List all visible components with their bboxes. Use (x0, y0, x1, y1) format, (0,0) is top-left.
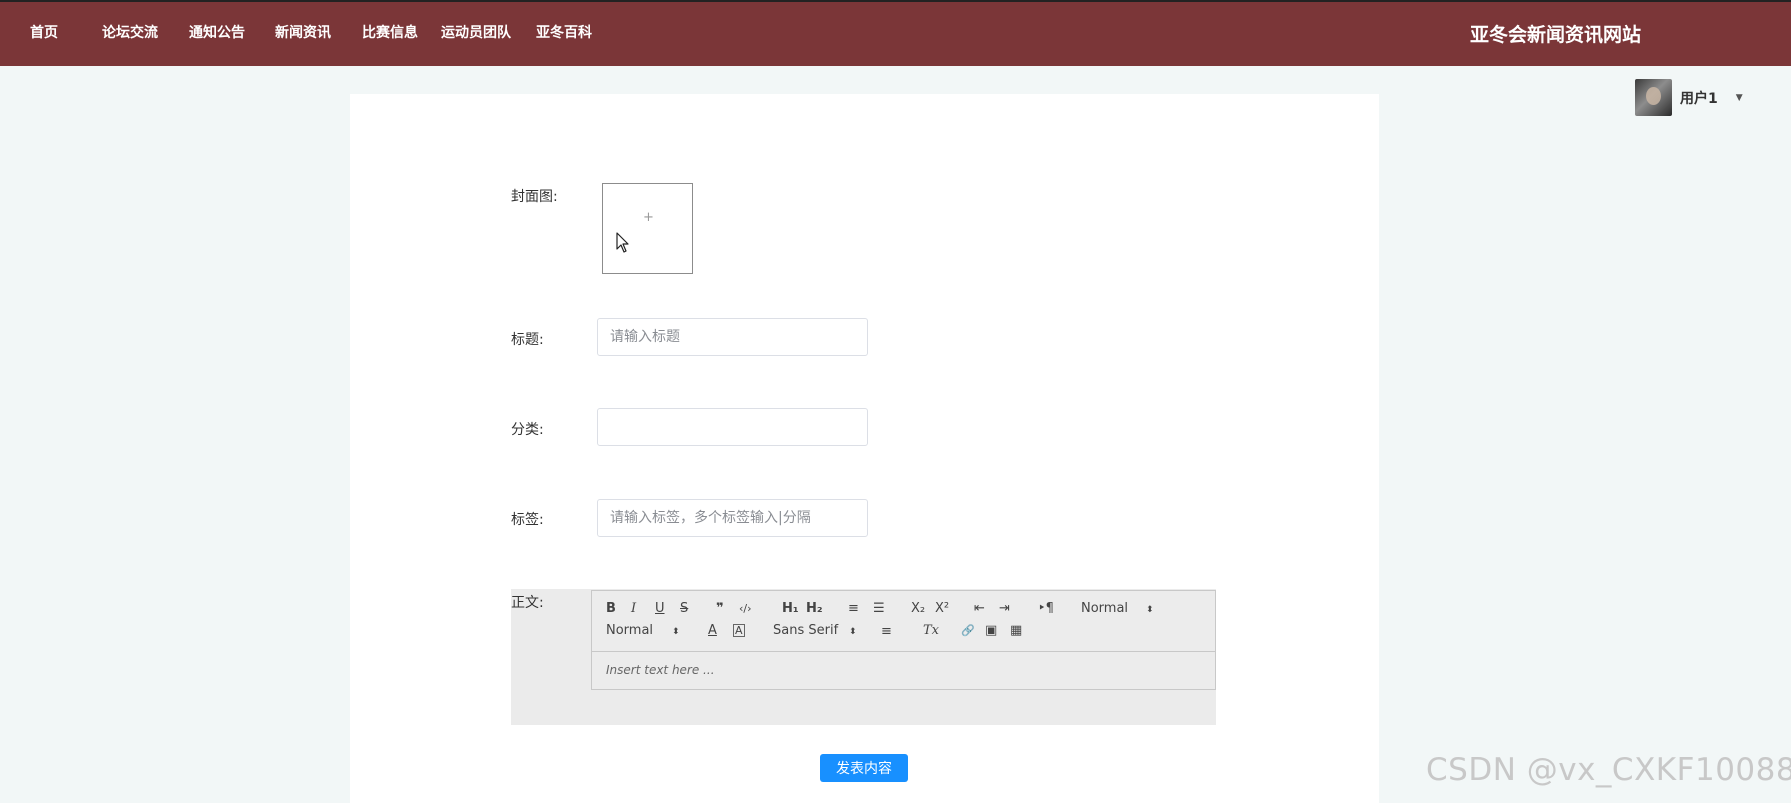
cover-upload[interactable]: + (602, 183, 693, 274)
clear-format-icon[interactable]: Tx (923, 623, 939, 639)
align-icon[interactable]: ≡ (881, 624, 892, 640)
select-arrow-icon: ⬍ (672, 627, 680, 637)
nav-item-encyclopedia[interactable]: 亚冬百科 (536, 22, 592, 42)
image-icon[interactable]: ▣ (985, 623, 997, 639)
indent-icon[interactable]: ⇥ (999, 601, 1010, 617)
video-icon[interactable]: ▦ (1010, 623, 1022, 639)
editor-content[interactable]: Insert text here ... (592, 653, 1215, 689)
nav-item-news[interactable]: 新闻资讯 (275, 22, 331, 42)
strikethrough-icon[interactable]: S (680, 601, 688, 617)
blockquote-icon[interactable]: ❞ (716, 601, 724, 617)
publish-button[interactable]: 发表内容 (820, 754, 908, 782)
rich-text-editor: B I U S ❞ ‹/› H₁ H₂ ≡ ☰ X₂ X² ⇤ ⇥ ‣¶ Nor… (591, 590, 1216, 690)
link-icon[interactable]: 🔗 (961, 623, 975, 639)
nav-item-notice[interactable]: 通知公告 (189, 22, 245, 42)
header-select[interactable]: Normal ⬍ (1081, 601, 1161, 617)
header-2-icon[interactable]: H₂ (806, 601, 823, 617)
bold-icon[interactable]: B (606, 601, 616, 617)
avatar (1635, 79, 1672, 116)
font-color-icon[interactable]: A (708, 623, 717, 639)
title-label: 标题: (511, 332, 544, 348)
title-input[interactable] (597, 318, 868, 356)
plus-icon: + (643, 210, 654, 225)
nav-item-athlete-team[interactable]: 运动员团队 (441, 22, 511, 42)
background-color-icon[interactable]: A (733, 624, 745, 637)
user-name: 用户1 (1680, 90, 1718, 107)
italic-icon[interactable]: I (631, 601, 636, 617)
site-title: 亚冬会新闻资讯网站 (1470, 24, 1642, 46)
nav-item-matches[interactable]: 比赛信息 (362, 22, 418, 42)
watermark: CSDN @vx_CXKF10088 (1426, 752, 1791, 788)
top-nav-bar: 首页 论坛交流 通知公告 新闻资讯 比赛信息 运动员团队 亚冬百科 亚冬会新闻资… (0, 0, 1791, 66)
underline-icon[interactable]: U (655, 601, 665, 617)
subscript-icon[interactable]: X₂ (911, 601, 925, 617)
category-select[interactable] (597, 408, 868, 446)
header-select-value: Normal (1081, 601, 1129, 616)
ordered-list-icon[interactable]: ≡ (848, 601, 859, 617)
header-1-icon[interactable]: H₁ (782, 601, 799, 617)
mouse-cursor-icon (616, 232, 629, 253)
superscript-icon[interactable]: X² (935, 601, 949, 617)
font-family-select[interactable]: Sans Serif ⬍ (773, 623, 863, 639)
category-label: 分类: (511, 422, 544, 438)
caret-down-icon: ▼ (1735, 92, 1743, 103)
select-arrow-icon: ⬍ (1146, 605, 1154, 615)
outdent-icon[interactable]: ⇤ (974, 601, 985, 617)
tags-input[interactable] (597, 499, 868, 537)
size-select-value: Normal (606, 623, 654, 638)
nav-item-forum[interactable]: 论坛交流 (102, 22, 158, 42)
font-family-select-value: Sans Serif (773, 623, 839, 638)
bullet-list-icon[interactable]: ☰ (873, 601, 885, 617)
code-block-icon[interactable]: ‹/› (739, 601, 752, 617)
text-direction-icon[interactable]: ‣¶ (1038, 601, 1054, 617)
user-menu[interactable]: 用户1 ▼ (1635, 79, 1743, 116)
nav-item-home[interactable]: 首页 (30, 22, 58, 42)
editor-toolbar: B I U S ❞ ‹/› H₁ H₂ ≡ ☰ X₂ X² ⇤ ⇥ ‣¶ Nor… (592, 591, 1215, 652)
cover-label: 封面图: (511, 189, 558, 205)
size-select[interactable]: Normal ⬍ (606, 623, 686, 639)
body-label: 正文: (511, 595, 544, 611)
body-editor-area: 正文: B I U S ❞ ‹/› H₁ H₂ ≡ ☰ X₂ X² ⇤ ⇥ ‣¶… (511, 589, 1216, 725)
tags-label: 标签: (511, 512, 544, 528)
select-arrow-icon: ⬍ (849, 627, 857, 637)
